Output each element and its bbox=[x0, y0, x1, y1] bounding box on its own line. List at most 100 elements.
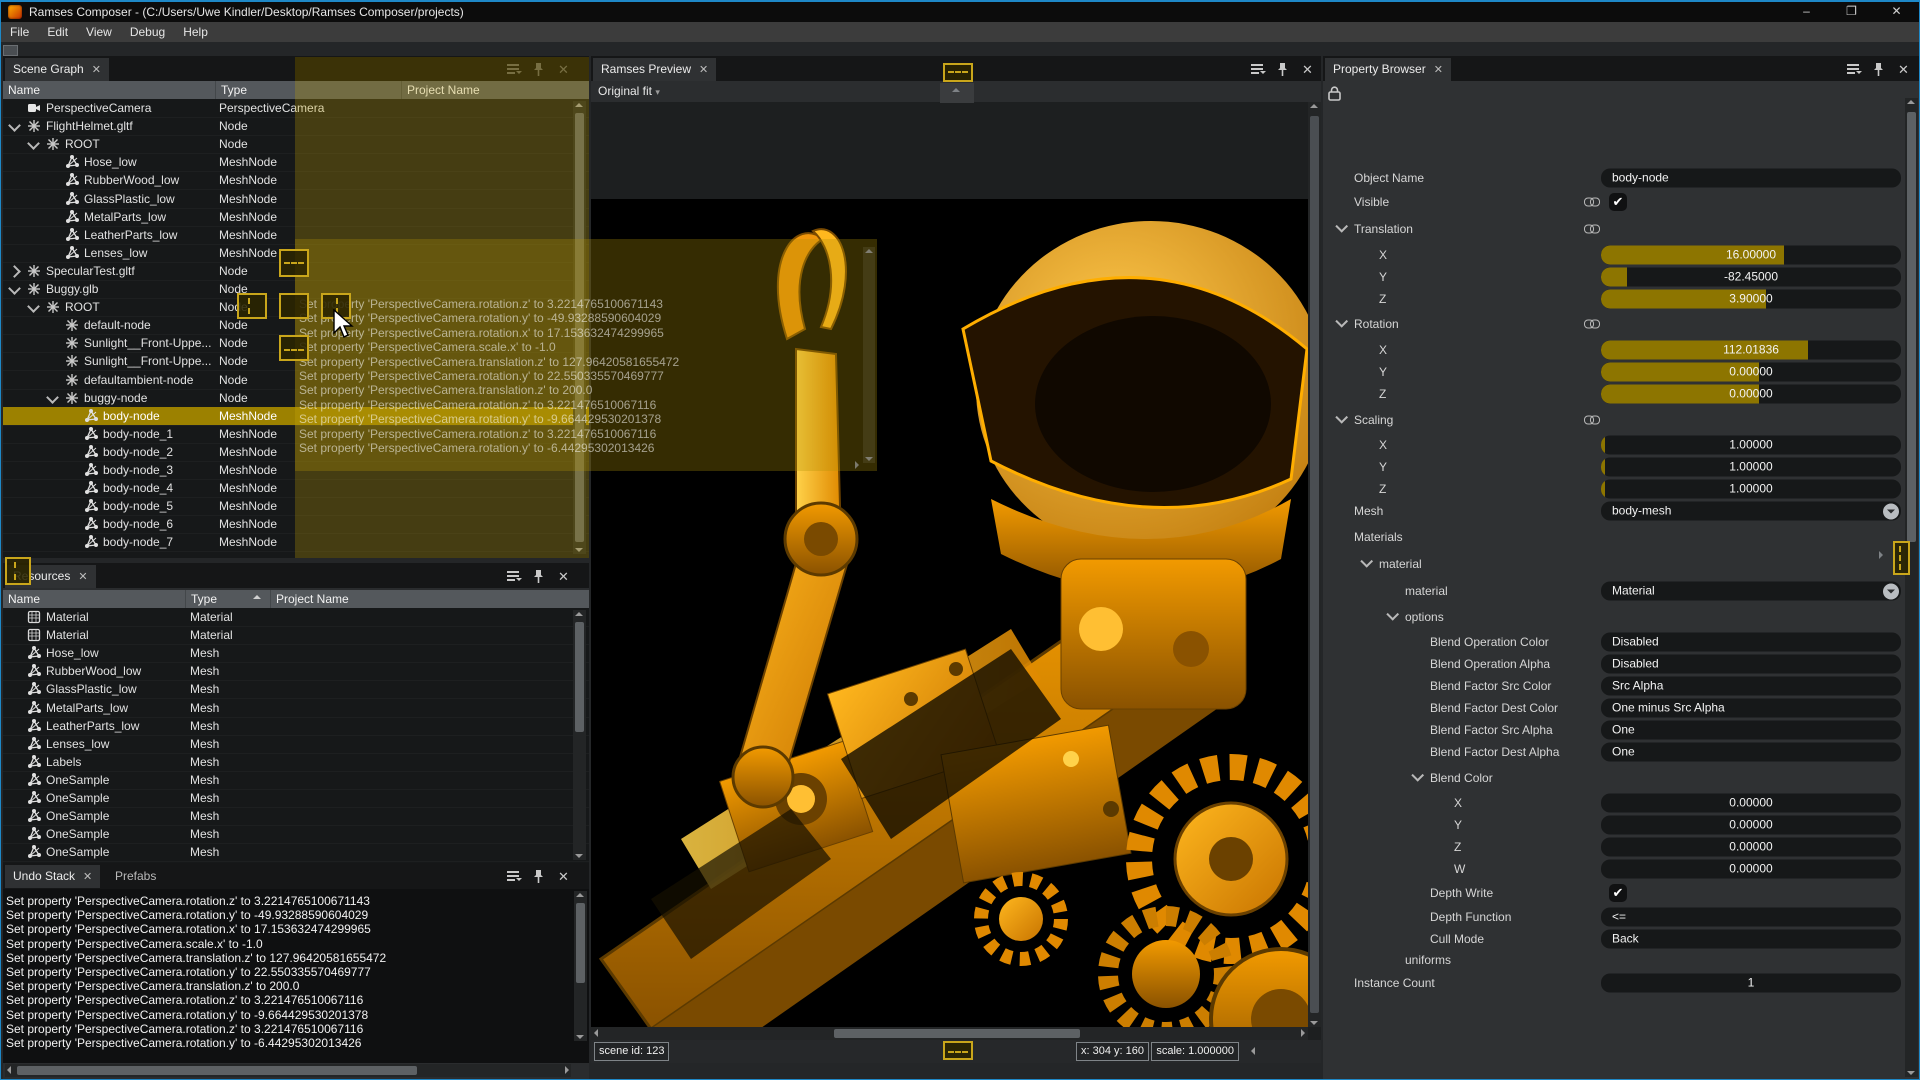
tree-row[interactable]: Lenses_lowMesh bbox=[3, 735, 589, 754]
undo-vscrollbar[interactable] bbox=[574, 891, 587, 1041]
dock-indicator-bottom[interactable] bbox=[279, 335, 309, 361]
dock-indicator-center[interactable] bbox=[279, 293, 309, 319]
field-depth-function[interactable]: <= bbox=[1601, 908, 1901, 927]
chevron-down-icon[interactable] bbox=[1335, 411, 1348, 424]
tree-row[interactable]: Hose_lowMeshNode bbox=[3, 153, 589, 172]
chevron-down-icon[interactable] bbox=[46, 391, 59, 404]
checkbox-visible[interactable]: ✔ bbox=[1609, 193, 1627, 211]
link-icon[interactable] bbox=[1584, 416, 1600, 425]
tree-row[interactable]: MetalParts_lowMesh bbox=[3, 699, 589, 718]
scroll-left-icon[interactable] bbox=[1251, 1047, 1255, 1055]
preview-vscrollbar[interactable] bbox=[1308, 102, 1321, 1027]
field-z[interactable]: 1.00000 bbox=[1601, 480, 1901, 499]
pin-icon[interactable] bbox=[531, 62, 546, 77]
panel-close-icon[interactable]: ✕ bbox=[556, 869, 571, 884]
menu-debug[interactable]: Debug bbox=[121, 22, 174, 42]
pin-icon[interactable] bbox=[531, 569, 546, 584]
menu-help[interactable]: Help bbox=[174, 22, 217, 42]
panel-close-icon[interactable]: ✕ bbox=[1300, 62, 1315, 77]
dock-indicator-top[interactable] bbox=[279, 249, 309, 277]
tree-row[interactable]: MaterialMaterial bbox=[3, 626, 589, 645]
panel-menu-icon[interactable] bbox=[506, 62, 521, 77]
undo-log-line[interactable]: Set property 'PerspectiveCamera.rotation… bbox=[6, 1022, 363, 1036]
tab-undo-stack[interactable]: Undo Stack✕ bbox=[5, 865, 100, 888]
chevron-down-icon[interactable] bbox=[1335, 220, 1348, 233]
field-y[interactable]: 0.00000 bbox=[1601, 363, 1901, 382]
tab-close-icon[interactable]: ✕ bbox=[78, 566, 87, 589]
tree-row-selected[interactable]: body-nodeMeshNode bbox=[3, 407, 589, 426]
tree-row[interactable]: LeatherParts_lowMesh bbox=[3, 717, 589, 736]
column-header-type[interactable]: Type bbox=[185, 590, 268, 608]
field-z[interactable]: 0.00000 bbox=[1601, 838, 1901, 857]
pin-icon[interactable] bbox=[531, 869, 546, 884]
tree-row[interactable]: LeatherParts_lowMeshNode bbox=[3, 226, 589, 245]
dropdown-material[interactable]: Material bbox=[1601, 582, 1901, 601]
minimize-button[interactable]: – bbox=[1784, 2, 1829, 23]
tree-row[interactable]: body-node_5MeshNode bbox=[3, 497, 589, 516]
panel-close-icon[interactable]: ✕ bbox=[556, 62, 571, 77]
chevron-down-icon[interactable] bbox=[1411, 769, 1424, 782]
chevron-down-icon[interactable] bbox=[1335, 315, 1348, 328]
tree-row[interactable]: PerspectiveCameraPerspectiveCamera bbox=[3, 99, 589, 118]
checkbox-depth-write[interactable]: ✔ bbox=[1609, 884, 1627, 902]
menu-file[interactable]: File bbox=[1, 22, 38, 42]
field-y[interactable]: 1.00000 bbox=[1601, 458, 1901, 477]
field-blend-operation-alpha[interactable]: Disabled bbox=[1601, 655, 1901, 674]
tree-row[interactable]: LabelsMesh bbox=[3, 753, 589, 772]
column-header-project[interactable]: Project Name bbox=[270, 590, 589, 608]
chevron-down-icon[interactable] bbox=[8, 119, 21, 132]
undo-log-line[interactable]: Set property 'PerspectiveCamera.rotation… bbox=[6, 965, 371, 979]
dock-indicator-top-edge[interactable] bbox=[943, 63, 973, 82]
chevron-right-icon[interactable] bbox=[8, 265, 21, 278]
close-button[interactable]: ✕ bbox=[1874, 2, 1919, 23]
panel-close-icon[interactable]: ✕ bbox=[556, 569, 571, 584]
tree-row[interactable]: OneSampleMesh bbox=[3, 771, 589, 790]
fit-mode-dropdown[interactable]: Original fit bbox=[591, 84, 652, 98]
column-header-project[interactable]: Project Name bbox=[401, 81, 589, 99]
field-y[interactable]: 0.00000 bbox=[1601, 816, 1901, 835]
link-icon[interactable] bbox=[1584, 320, 1600, 329]
tab-close-icon[interactable]: ✕ bbox=[699, 59, 708, 82]
field-w[interactable]: 0.00000 bbox=[1601, 860, 1901, 879]
undo-log-line[interactable]: Set property 'PerspectiveCamera.rotation… bbox=[6, 1036, 361, 1050]
tab-close-icon[interactable]: ✕ bbox=[92, 59, 101, 82]
tab-property-browser[interactable]: Property Browser✕ bbox=[1325, 58, 1451, 81]
undo-log-line[interactable]: Set property 'PerspectiveCamera.translat… bbox=[6, 979, 299, 993]
maximize-button[interactable]: ❐ bbox=[1829, 2, 1874, 23]
tree-row[interactable]: MetalParts_lowMeshNode bbox=[3, 208, 589, 227]
dock-indicator-left[interactable] bbox=[237, 293, 267, 319]
undo-log-line[interactable]: Set property 'PerspectiveCamera.rotation… bbox=[6, 894, 370, 908]
panel-close-icon[interactable]: ✕ bbox=[1896, 62, 1911, 77]
field-blend-factor-dest-alpha[interactable]: One bbox=[1601, 743, 1901, 762]
column-header-name[interactable]: Name bbox=[3, 81, 215, 99]
pin-icon[interactable] bbox=[1871, 62, 1886, 77]
dock-indicator-bottom-edge[interactable] bbox=[943, 1041, 973, 1060]
tree-row[interactable]: buggy-nodeNode bbox=[3, 389, 589, 408]
tree-row[interactable]: body-node_1MeshNode bbox=[3, 425, 589, 444]
dock-indicator-left-edge[interactable] bbox=[5, 557, 31, 585]
field-x[interactable]: 1.00000 bbox=[1601, 436, 1901, 455]
preview-viewport[interactable] bbox=[591, 102, 1308, 1027]
scene-graph-vscrollbar[interactable] bbox=[573, 101, 586, 554]
panel-menu-icon[interactable] bbox=[506, 869, 521, 884]
tab-close-icon[interactable]: ✕ bbox=[83, 866, 92, 889]
tab-prefabs[interactable]: Prefabs bbox=[107, 865, 164, 888]
tree-row[interactable]: body-node_4MeshNode bbox=[3, 479, 589, 498]
dropdown-arrow-icon[interactable] bbox=[1883, 583, 1899, 599]
tab-ramses-preview[interactable]: Ramses Preview✕ bbox=[593, 58, 716, 81]
tree-row[interactable]: OneSampleMesh bbox=[3, 789, 589, 808]
tab-scene-graph[interactable]: Scene Graph✕ bbox=[5, 58, 109, 81]
dropdown-mesh[interactable]: body-mesh bbox=[1601, 502, 1901, 521]
chevron-down-icon[interactable] bbox=[1360, 555, 1373, 568]
panel-menu-icon[interactable] bbox=[1250, 62, 1265, 77]
field-instance-count[interactable]: 1 bbox=[1601, 974, 1901, 993]
undo-log-line[interactable]: Set property 'PerspectiveCamera.rotation… bbox=[6, 922, 371, 936]
property-vscrollbar[interactable] bbox=[1905, 98, 1918, 1077]
dock-grip[interactable] bbox=[3, 45, 18, 56]
panel-menu-icon[interactable] bbox=[506, 569, 521, 584]
field-x[interactable]: 16.00000 bbox=[1601, 246, 1901, 265]
tree-row[interactable]: ROOTNode bbox=[3, 135, 589, 154]
undo-hscrollbar[interactable] bbox=[5, 1064, 571, 1077]
menu-edit[interactable]: Edit bbox=[38, 22, 77, 42]
menu-view[interactable]: View bbox=[77, 22, 121, 42]
